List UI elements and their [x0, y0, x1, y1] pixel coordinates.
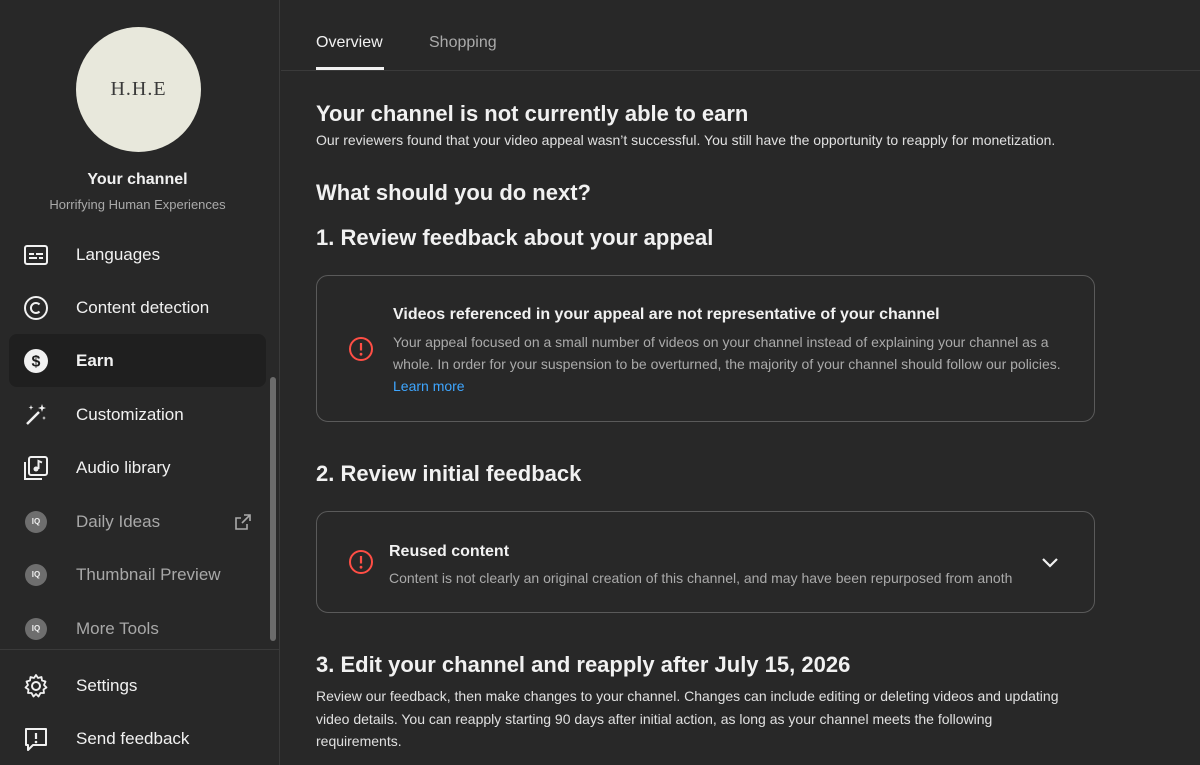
card-title: Videos referenced in your appeal are not…: [393, 306, 940, 323]
sidebar: H.H.E Your channel Horrifying Human Expe…: [0, 0, 280, 765]
sidebar-item-earn[interactable]: $ Earn: [9, 334, 266, 387]
channel-title[interactable]: Your channel: [0, 171, 275, 189]
sidebar-item-content-detection[interactable]: Content detection: [9, 281, 266, 334]
music-library-icon: [23, 455, 49, 481]
channel-name: Horrifying Human Experiences: [49, 197, 226, 212]
status-heading: Your channel is not currently able to ea…: [316, 101, 749, 126]
card-title: Reused content: [389, 543, 510, 560]
sidebar-scrollbar[interactable]: [270, 377, 276, 641]
magic-wand-icon: [23, 402, 49, 428]
chevron-down-icon[interactable]: [1040, 552, 1060, 572]
svg-text:$: $: [32, 353, 41, 370]
initial-feedback-card[interactable]: Reused content Content is not clearly an…: [316, 511, 1095, 613]
sidebar-item-label: More Tools: [76, 618, 159, 638]
sidebar-item-thumbnail-preview[interactable]: IQ Thumbnail Preview: [9, 548, 266, 601]
avatar-text: H.H.E: [110, 78, 167, 100]
iq-badge-icon: IQ: [23, 509, 49, 535]
tab-bar: Overview Shopping: [281, 0, 1200, 71]
sidebar-item-settings[interactable]: Settings: [9, 659, 266, 712]
tab-shopping[interactable]: Shopping: [429, 34, 497, 52]
feedback-icon: [23, 726, 49, 752]
iq-badge-icon: IQ: [23, 562, 49, 588]
sidebar-item-label: Earn: [76, 350, 114, 370]
sidebar-item-languages[interactable]: Languages: [9, 228, 266, 281]
sidebar-item-label: Thumbnail Preview: [76, 564, 221, 584]
main-content: Overview Shopping Your channel is not cu…: [281, 0, 1200, 765]
sidebar-item-audio-library[interactable]: Audio library: [9, 441, 266, 494]
appeal-feedback-card: Videos referenced in your appeal are not…: [316, 275, 1095, 422]
sidebar-divider: [0, 649, 280, 650]
channel-avatar[interactable]: H.H.E: [76, 27, 201, 152]
sidebar-item-label: Send feedback: [76, 728, 190, 748]
sidebar-item-label: Settings: [76, 675, 138, 695]
next-steps-heading: What should you do next?: [316, 180, 591, 205]
step-1-heading: 1. Review feedback about your appeal: [316, 225, 714, 250]
iq-badge-icon: IQ: [23, 616, 49, 642]
sidebar-item-label: Audio library: [76, 457, 171, 477]
step-3-heading: 3. Edit your channel and reapply after J…: [316, 652, 851, 677]
learn-more-link[interactable]: Learn more: [393, 378, 465, 394]
external-link-icon: [233, 512, 253, 532]
sidebar-item-label: Languages: [76, 244, 161, 264]
sidebar-item-label: Daily Ideas: [76, 511, 161, 531]
tab-overview[interactable]: Overview: [316, 34, 383, 52]
status-text: Our reviewers found that your video appe…: [316, 132, 1056, 148]
subtitles-icon: [23, 242, 49, 268]
sidebar-item-more-tools[interactable]: IQ More Tools: [9, 602, 266, 655]
step-3-text: Review our feedback, then make changes t…: [316, 688, 1059, 749]
gear-icon: [23, 673, 49, 699]
sidebar-item-customization[interactable]: Customization: [9, 388, 266, 441]
warning-icon: [348, 549, 374, 575]
step-2-heading: 2. Review initial feedback: [316, 461, 582, 486]
sidebar-item-daily-ideas[interactable]: IQ Daily Ideas: [9, 495, 266, 548]
active-tab-indicator: [316, 67, 384, 70]
sidebar-item-label: Customization: [76, 404, 184, 424]
copyright-icon: [23, 295, 49, 321]
card-text: Content is not clearly an original creat…: [389, 570, 1013, 586]
card-text: Your appeal focused on a small number of…: [393, 334, 1061, 394]
warning-icon: [348, 336, 374, 362]
sidebar-item-send-feedback[interactable]: Send feedback: [9, 712, 266, 765]
sidebar-item-label: Content detection: [76, 297, 210, 317]
dollar-icon: $: [23, 348, 49, 374]
